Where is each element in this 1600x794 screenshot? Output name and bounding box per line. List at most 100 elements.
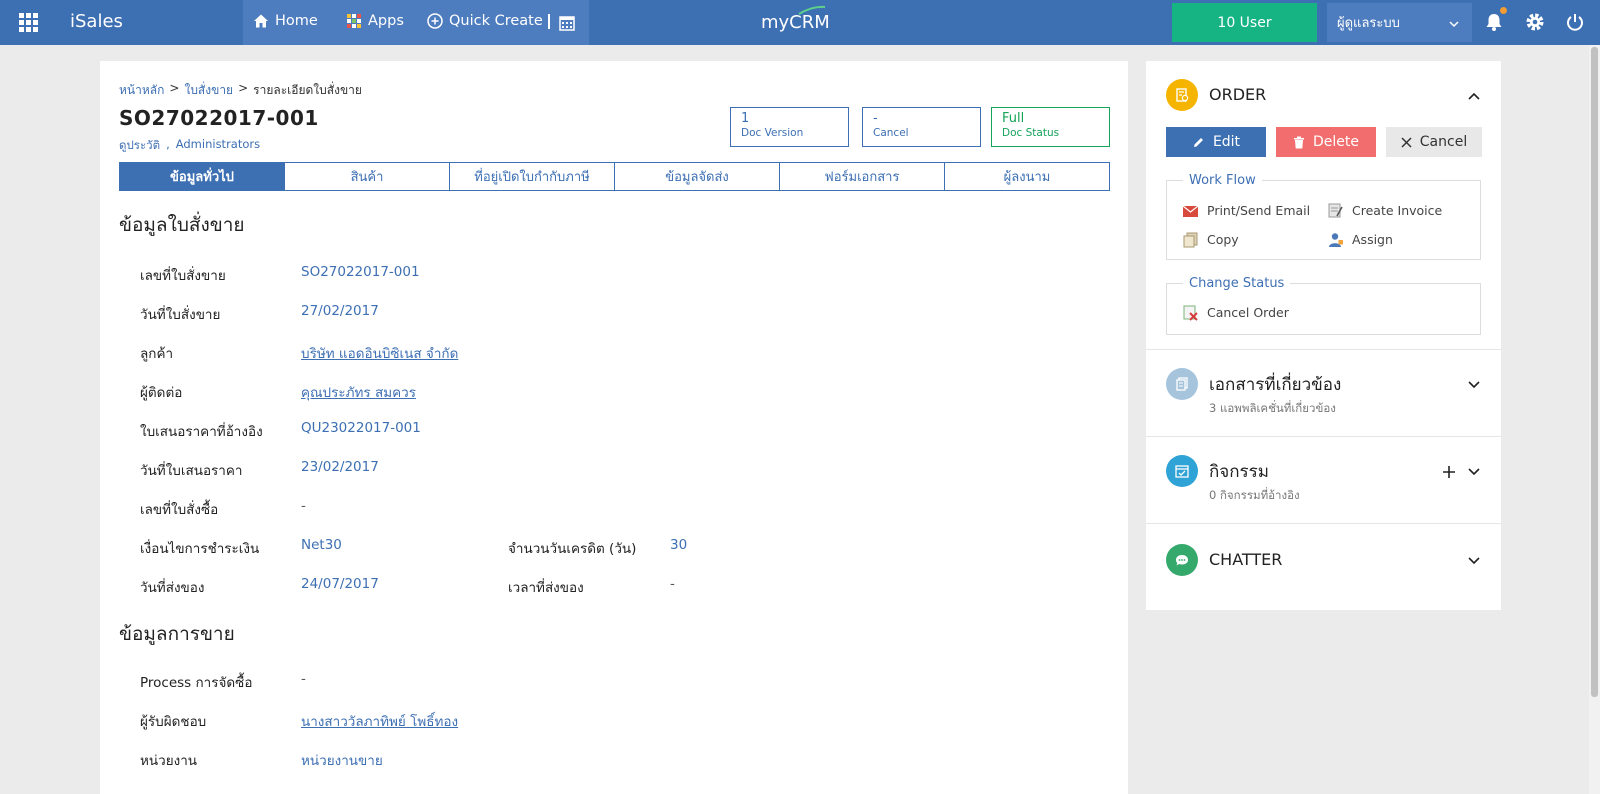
chatter-section: CHATTER [1146, 524, 1501, 610]
breadcrumb: หน้าหลัก > ใบสั่งขาย > รายละเอียดใบสั่งข… [119, 81, 362, 100]
field-value-so-date: 27/02/2017 [301, 303, 379, 319]
cancel-label: Cancel [873, 127, 909, 139]
workflow-item-label: Print/Send Email [1207, 203, 1311, 218]
brand-swoosh-icon [798, 5, 826, 15]
invoice-icon [1328, 203, 1343, 218]
field-label-so-date: วันที่ใบสั่งขาย [140, 307, 221, 323]
field-label-quotation-date: วันที่ใบเสนอราคา [140, 463, 243, 479]
change-status-cancel-order[interactable]: Cancel Order [1182, 304, 1289, 321]
order-section: ORDER Edit Delete Cancel Work Flow Print… [1146, 61, 1501, 350]
field-value-credit-days: 30 [670, 537, 688, 553]
nav-apps[interactable]: Apps [346, 13, 404, 29]
delete-button[interactable]: Delete [1276, 127, 1376, 157]
related-docs-section: เอกสารที่เกี่ยวข้อง 3 แอพพลิเคชั่นที่เกี… [1146, 350, 1501, 437]
tab-document-form[interactable]: ฟอร์มเอกสาร [780, 163, 945, 190]
owner-line: ดูประวัติ, Administrators [119, 137, 260, 155]
delete-button-label: Delete [1313, 134, 1359, 150]
chevron-down-icon[interactable] [1466, 464, 1482, 480]
breadcrumb-sales-orders[interactable]: ใบสั่งขาย [184, 81, 233, 100]
doc-version-value: 1 [741, 111, 750, 126]
tab-tax-address[interactable]: ที่อยู่เปิดใบกำกับภาษี [450, 163, 615, 190]
owner-name-link[interactable]: Administrators [176, 137, 260, 155]
doc-status-value: Full [1002, 111, 1025, 126]
cancel-button[interactable]: Cancel [1386, 127, 1482, 157]
view-history-link[interactable]: ดูประวัติ [119, 137, 160, 155]
field-label-credit-days: จำนวนวันเครดิต (วัน) [508, 541, 637, 557]
role-select-value: ผู้ดูแลระบบ [1337, 16, 1400, 31]
chevron-down-icon[interactable] [1466, 377, 1482, 393]
app-launcher-icon[interactable] [19, 13, 38, 32]
field-label-delivery-time: เวลาที่ส่งของ [508, 580, 584, 596]
tab-shipping[interactable]: ข้อมูลจัดส่ง [615, 163, 780, 190]
nav-home-label: Home [275, 13, 318, 29]
nav-home[interactable]: Home [253, 13, 318, 29]
related-docs-subtitle: 3 แอพพลิเคชั่นที่เกี่ยวข้อง [1209, 401, 1336, 415]
power-icon[interactable] [1564, 11, 1586, 33]
field-value-payment-terms: Net30 [301, 537, 342, 553]
field-value-quotation-date: 23/02/2017 [301, 459, 379, 475]
plus-icon[interactable] [1441, 464, 1457, 480]
bell-icon[interactable] [1483, 11, 1505, 33]
activities-section: กิจกรรม 0 กิจกรรมที่อ้างอิง [1146, 437, 1501, 524]
edit-button[interactable]: Edit [1166, 127, 1266, 157]
calendar-icon[interactable] [559, 14, 575, 31]
doc-status-label: Doc Status [1002, 127, 1060, 139]
field-value-responsible-link[interactable]: นางสาววัลภาทิพย์ โพธิ์ทอง [301, 710, 458, 732]
gear-icon[interactable] [1524, 11, 1546, 33]
breadcrumb-home[interactable]: หน้าหลัก [119, 81, 164, 100]
field-label-responsible: ผู้รับผิดชอบ [140, 714, 207, 730]
chat-bubble-icon [1176, 555, 1188, 566]
nav-quick-create[interactable]: Quick Create [427, 13, 543, 29]
field-label-so-number: เลขที่ใบสั่งขาย [140, 268, 226, 284]
workflow-item-label: Copy [1207, 232, 1239, 247]
scrollbar-thumb[interactable] [1591, 47, 1598, 697]
tab-products[interactable]: สินค้า [285, 163, 450, 190]
field-label-po-number: เลขที่ใบสั่งซื้อ [140, 502, 219, 518]
field-value-so-number: SO27022017-001 [301, 264, 420, 280]
workflow-item-label: Assign [1352, 232, 1393, 247]
section-title-sales-info: ข้อมูลการขาย [119, 623, 235, 645]
role-select[interactable]: ผู้ดูแลระบบ [1327, 3, 1472, 42]
related-docs-title: เอกสารที่เกี่ยวข้อง [1209, 375, 1342, 395]
cancel-button-label: Cancel [1419, 134, 1468, 150]
field-label-contact: ผู้ติดต่อ [140, 385, 183, 401]
activities-title: กิจกรรม [1209, 462, 1270, 482]
workflow-print-send-email[interactable]: Print/Send Email [1182, 202, 1310, 219]
user-count-button[interactable]: 10 User [1172, 3, 1317, 42]
breadcrumb-current: รายละเอียดใบสั่งขาย [253, 83, 362, 97]
cancel-order-icon [1183, 305, 1198, 321]
field-value-contact-link[interactable]: คุณประภัทร สมควร [301, 381, 416, 403]
field-value-quotation-ref: QU23022017-001 [301, 420, 421, 436]
copy-icon [1183, 232, 1198, 248]
field-value-customer-link[interactable]: บริษัท แอดอินบิซิเนส จำกัด [301, 342, 458, 364]
page-scrollbar[interactable] [1589, 45, 1600, 794]
side-panel: ORDER Edit Delete Cancel Work Flow Print… [1146, 61, 1501, 610]
cancel-value: - [873, 111, 878, 126]
nav-apps-label: Apps [368, 13, 404, 29]
field-value-purchase-process: - [301, 671, 306, 687]
top-bar: iSales Home Apps Quick Create myCRM 10 U… [0, 0, 1600, 45]
home-icon [254, 14, 268, 28]
breadcrumb-separator: > [169, 81, 180, 95]
nav-divider [548, 14, 550, 29]
workflow-create-invoice[interactable]: Create Invoice [1327, 202, 1442, 219]
chevron-down-icon[interactable] [1466, 553, 1482, 569]
tab-general[interactable]: ข้อมูลทั่วไป [120, 163, 285, 190]
documents-icon [1176, 377, 1188, 391]
top-nav: Home Apps Quick Create [243, 0, 589, 45]
cancel-box: - Cancel [862, 107, 981, 147]
app-name[interactable]: iSales [70, 11, 123, 32]
chevron-up-icon[interactable] [1466, 88, 1482, 104]
chatter-title: CHATTER [1209, 550, 1283, 569]
change-status-box: Change Status Cancel Order [1166, 276, 1481, 335]
tab-bar: ข้อมูลทั่วไป สินค้า ที่อยู่เปิดใบกำกับภา… [119, 162, 1110, 191]
field-value-delivery-date: 24/07/2017 [301, 576, 379, 592]
workflow-copy[interactable]: Copy [1182, 231, 1239, 248]
notification-dot [1500, 7, 1507, 14]
apps-icon [347, 14, 361, 28]
workflow-assign[interactable]: Assign [1327, 231, 1393, 248]
related-docs-badge [1166, 368, 1198, 400]
field-value-department: หน่วยงานขาย [301, 753, 383, 769]
tab-signers[interactable]: ผู้ลงนาม [945, 163, 1109, 190]
page-title: SO27022017-001 [119, 106, 319, 130]
